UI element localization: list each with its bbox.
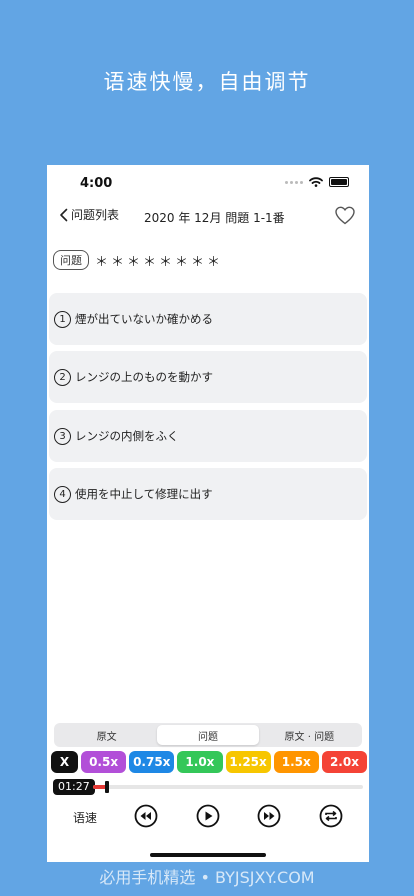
speed-label[interactable]: 语速 (73, 809, 97, 826)
option-card-1[interactable]: 1 煙が出ていないか確かめる (49, 293, 367, 345)
progress-thumb[interactable] (104, 781, 109, 793)
option-card-4[interactable]: 4 使用を中止して修理に出す (49, 468, 367, 520)
playback-progress: 01:27 (53, 779, 363, 795)
speed-0-75x-button[interactable]: 0.75x (129, 751, 175, 773)
question-tag: 问题 (53, 250, 89, 270)
favorite-button[interactable] (333, 203, 357, 227)
current-time: 01:27 (53, 779, 95, 795)
wifi-icon (309, 177, 323, 187)
speed-1-25x-button[interactable]: 1.25x (225, 751, 271, 773)
option-text: レンジの上のものを動かす (75, 370, 213, 384)
play-button[interactable] (196, 804, 220, 828)
option-text: レンジの内側をふく (75, 429, 179, 443)
promo-title: 语速快慢，自由调节 (103, 70, 311, 94)
option-number: 2 (54, 368, 71, 386)
player-controls: 语速 (47, 802, 369, 830)
question-masked-text: ＊＊＊＊＊＊＊＊ (95, 254, 224, 270)
play-icon (196, 804, 220, 828)
option-card-3[interactable]: 3 レンジの内側をふく (49, 410, 367, 462)
phone-screen: 4:00 问题列表 2020 年 12月 問題 1-1番 问题 ＊＊＊＊＊＊＊＊… (47, 165, 369, 862)
battery-icon (329, 177, 349, 187)
speed-2-0x-button[interactable]: 2.0x (321, 751, 368, 773)
option-number: 4 (54, 485, 71, 503)
status-time: 4:00 (80, 176, 113, 191)
signal-icon (285, 180, 303, 184)
option-text: 使用を中止して修理に出す (75, 487, 213, 501)
back-button[interactable]: 问题列表 (59, 206, 119, 223)
heart-icon (335, 206, 355, 225)
fast-forward-icon (257, 804, 281, 828)
page-title: 2020 年 12月 問題 1-1番 (144, 211, 285, 225)
progress-track[interactable] (93, 781, 363, 793)
tab-original[interactable]: 原文 (56, 725, 157, 745)
speed-0-5x-button[interactable]: 0.5x (81, 751, 127, 773)
speed-selector: X 0.5x 0.75x 1.0x 1.25x 1.5x 2.0x (51, 751, 368, 773)
nav-bar: 问题列表 2020 年 12月 問題 1-1番 (47, 203, 369, 231)
rewind-icon (134, 804, 158, 828)
tab-question[interactable]: 问题 (157, 725, 259, 745)
fast-forward-button[interactable] (257, 804, 281, 828)
chevron-left-icon (60, 208, 68, 221)
speed-close-button[interactable]: X (51, 751, 78, 773)
option-card-2[interactable]: 2 レンジの上のものを動かす (49, 351, 367, 403)
speed-1-5x-button[interactable]: 1.5x (273, 751, 319, 773)
option-text: 煙が出ていないか確かめる (75, 312, 213, 326)
status-icons (285, 177, 349, 187)
question-row: 问题 ＊＊＊＊＊＊＊＊ (53, 250, 223, 270)
option-number: 1 (54, 310, 71, 328)
repeat-button[interactable] (319, 804, 343, 828)
repeat-icon (319, 804, 343, 828)
tab-original-question[interactable]: 原文 · 问题 (259, 725, 360, 745)
speed-1-0x-button[interactable]: 1.0x (177, 751, 223, 773)
rewind-button[interactable] (134, 804, 158, 828)
status-bar: 4:00 (47, 165, 369, 201)
back-label: 问题列表 (71, 208, 120, 222)
view-mode-segmented-control: 原文 问题 原文 · 问题 (54, 723, 362, 747)
option-number: 3 (54, 427, 71, 445)
watermark: 必用手机精选 • BYJSJXY.COM (99, 868, 315, 887)
home-indicator (150, 853, 266, 857)
